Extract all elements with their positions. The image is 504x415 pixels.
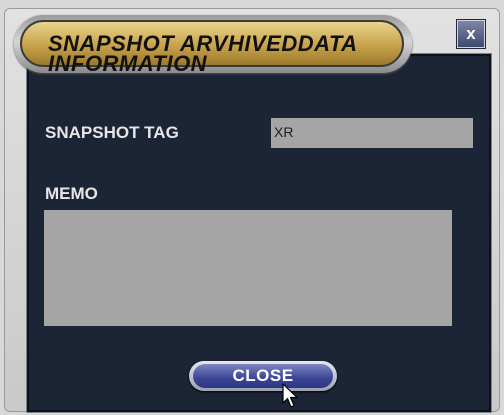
memo-field[interactable] [44,210,452,326]
snapshot-tag-field[interactable]: XR [271,118,473,148]
snapshot-tag-label: SNAPSHOT TAG [45,123,179,142]
close-x-button[interactable]: x [457,20,485,48]
memo-label: MEMO [45,184,98,203]
close-button[interactable]: CLOSE [189,361,337,391]
title-banner-inner: SNAPSHOT ARVHIVEDDATA INFORMATION [20,20,404,75]
dialog-title: SNAPSHOT ARVHIVEDDATA INFORMATION [48,31,358,76]
mouse-pointer-icon [282,383,298,408]
title-banner: SNAPSHOT ARVHIVEDDATA INFORMATION [14,15,412,75]
close-icon: x [466,24,476,43]
close-button-label: CLOSE [193,364,333,388]
